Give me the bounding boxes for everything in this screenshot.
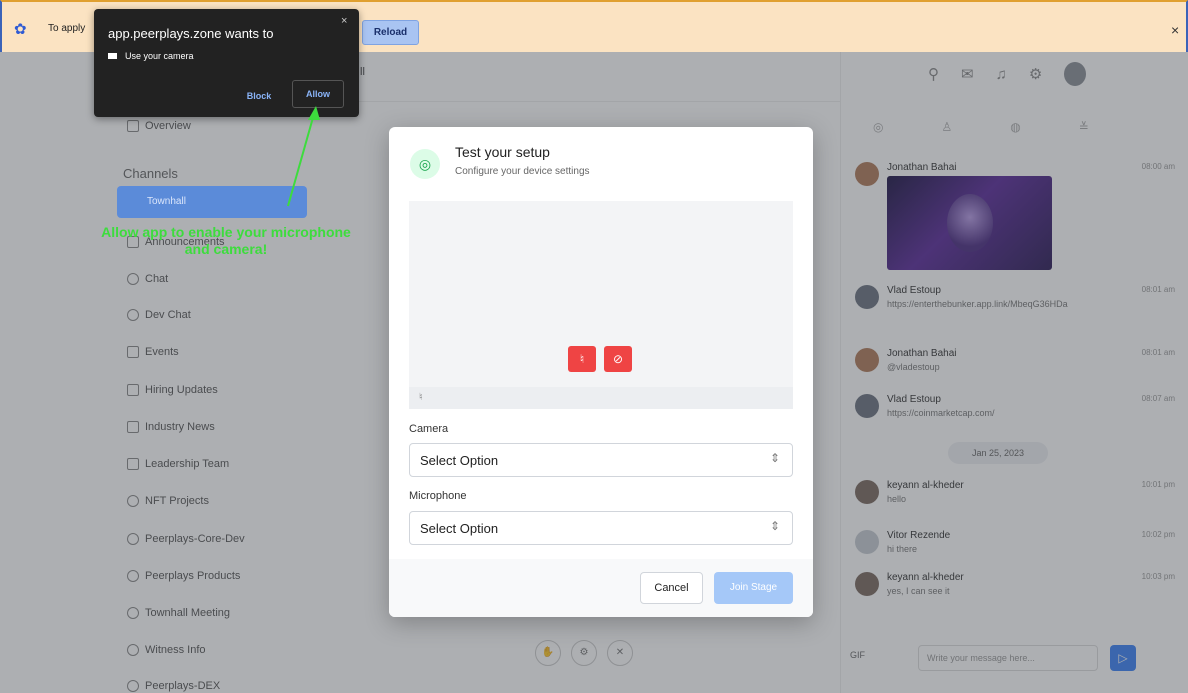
mic-icon: ♮ — [419, 392, 423, 403]
microphone-label: Microphone — [409, 490, 467, 502]
sidebar-item-townhall[interactable]: Townhall — [117, 186, 307, 218]
cancel-button[interactable]: Cancel — [640, 572, 703, 604]
mic-off-button[interactable]: ♮ — [568, 346, 596, 372]
close-icon[interactable]: × — [341, 15, 347, 27]
camera-permission: Use your camera — [108, 51, 194, 61]
video-preview — [409, 201, 793, 387]
mic-off-icon: ♮ — [579, 352, 585, 366]
close-icon[interactable]: × — [1171, 22, 1179, 38]
mic-level-meter: ♮ — [409, 387, 793, 409]
reload-button[interactable]: Reload — [362, 20, 419, 45]
join-stage-button[interactable]: Join Stage — [714, 572, 793, 604]
camera-select[interactable]: Select Option ⇕ — [409, 443, 793, 477]
gear-icon: ✿ — [14, 21, 27, 38]
camera-off-button[interactable]: ⊘ — [604, 346, 632, 372]
annotation-text: Allow app to enable your microphone and … — [101, 224, 351, 257]
microphone-select[interactable]: Select Option ⇕ — [409, 511, 793, 545]
block-button[interactable]: Block — [232, 84, 286, 108]
popup-title: app.peerplays.zone wants to — [108, 26, 274, 41]
permission-popup: app.peerplays.zone wants to × Use your c… — [94, 9, 359, 117]
allow-button[interactable]: Allow — [292, 80, 344, 108]
modal-subtitle: Configure your device settings — [455, 166, 590, 177]
chevron-updown-icon: ⇕ — [769, 451, 780, 465]
modal-title: Test your setup — [455, 144, 550, 160]
banner-text: To apply — [48, 23, 86, 34]
setup-modal: ◎ Test your setup Configure your device … — [389, 127, 813, 617]
camera-label: Camera — [409, 423, 449, 435]
chevron-updown-icon: ⇕ — [769, 519, 780, 533]
camera-icon — [108, 53, 117, 59]
camera-icon: ◎ — [410, 149, 440, 179]
camera-off-icon: ⊘ — [612, 352, 624, 366]
